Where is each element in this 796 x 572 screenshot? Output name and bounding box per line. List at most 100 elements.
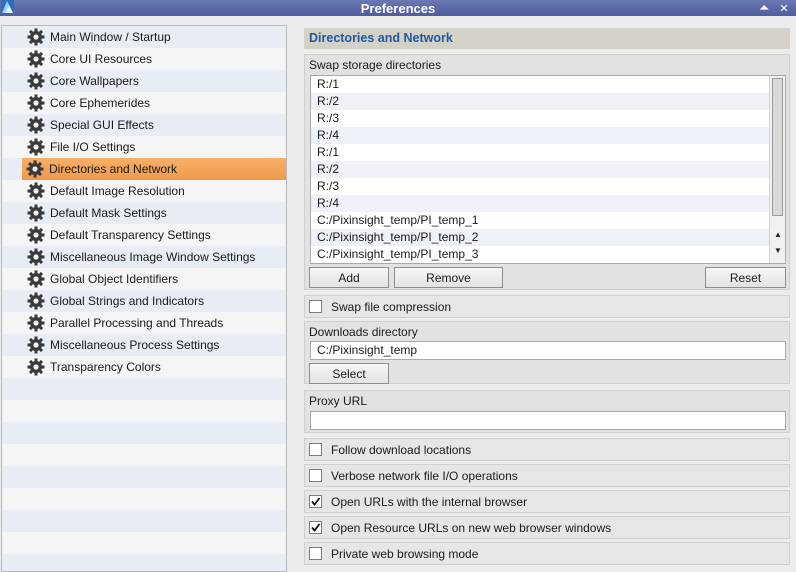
downloads-directory-field[interactable]: C:/Pixinsight_temp: [310, 341, 786, 360]
proxy-url-label: Proxy URL: [309, 394, 368, 408]
sidebar-item-label: Core Wallpapers: [50, 74, 139, 88]
sidebar-item[interactable]: Core Ephemerides: [2, 92, 286, 114]
sidebar-item[interactable]: File I/O Settings: [2, 136, 286, 158]
scrollbar-thumb[interactable]: [772, 78, 783, 216]
sidebar-item-label: Global Strings and Indicators: [50, 294, 205, 308]
scroll-up-arrow-icon[interactable]: ▲: [773, 230, 783, 240]
sidebar-item-label: Global Object Identifiers: [50, 272, 179, 286]
sidebar-item[interactable]: Core Wallpapers: [2, 70, 286, 92]
sidebar-item-label: Core Ephemerides: [50, 96, 151, 110]
option-label: Private web browsing mode: [331, 546, 479, 561]
sidebar-item-label: File I/O Settings: [50, 140, 136, 154]
option-checkbox[interactable]: [309, 495, 322, 508]
swap-compression-checkbox[interactable]: [309, 300, 322, 313]
title-bar: Preferences ⏶ ✕: [0, 0, 796, 16]
swap-directories-list[interactable]: R:/1 R:/2 R:/3 R:/4 R:/1 R:/2 R:/3 R:/4 C:/Pixin…: [310, 75, 786, 264]
sidebar-item-label: Default Mask Settings: [50, 206, 167, 220]
add-button[interactable]: Add: [309, 267, 389, 288]
gear-icon: [26, 160, 44, 178]
sidebar-item[interactable]: Miscellaneous Process Settings: [2, 334, 286, 356]
sidebar-item[interactable]: Global Strings and Indicators: [2, 290, 286, 312]
checkmark-icon: [311, 523, 321, 532]
option-checkbox[interactable]: [309, 521, 322, 534]
sidebar-item[interactable]: Transparency Colors: [2, 356, 286, 378]
proxy-group: Proxy URL: [304, 390, 790, 433]
remove-button[interactable]: Remove: [394, 267, 503, 288]
gear-icon: [27, 50, 45, 68]
sidebar-item[interactable]: Main Window / Startup: [2, 26, 286, 48]
sidebar-item-label: Miscellaneous Image Window Settings: [50, 250, 256, 264]
gear-icon: [27, 270, 45, 288]
option-row: Verbose network file I/O operations: [304, 464, 790, 487]
option-label: Open URLs with the internal browser: [331, 494, 528, 509]
gear-icon: [27, 94, 45, 112]
sidebar-item[interactable]: Special GUI Effects: [2, 114, 286, 136]
directory-row[interactable]: C:/Pixinsight_temp/PI_temp_3: [311, 246, 770, 263]
option-label: Follow download locations: [331, 442, 472, 457]
sidebar-item[interactable]: Default Image Resolution: [2, 180, 286, 202]
option-row: Open URLs with the internal browser: [304, 490, 790, 513]
gear-icon: [27, 204, 45, 222]
directory-row[interactable]: R:/1: [311, 76, 770, 93]
window-title: Preferences: [360, 0, 436, 16]
directory-row[interactable]: R:/2: [311, 161, 770, 178]
proxy-url-field[interactable]: [310, 411, 786, 430]
select-button[interactable]: Select: [309, 363, 389, 384]
option-row: Follow download locations: [304, 438, 790, 461]
sidebar-item-label: Parallel Processing and Threads: [50, 316, 224, 330]
gear-icon: [27, 182, 45, 200]
scrollbar[interactable]: ▲ ▼: [769, 76, 785, 263]
section-title: Directories and Network: [304, 28, 790, 49]
swap-storage-label: Swap storage directories: [309, 58, 442, 72]
directory-row[interactable]: R:/3: [311, 178, 770, 195]
sidebar-item[interactable]: Core UI Resources: [2, 48, 286, 70]
downloads-label: Downloads directory: [309, 325, 418, 339]
swap-compression-row: Swap file compression: [304, 295, 790, 318]
gear-icon: [27, 336, 45, 354]
sidebar-item[interactable]: Parallel Processing and Threads: [2, 312, 286, 334]
sidebar-item-label: Transparency Colors: [50, 360, 161, 374]
directory-row[interactable]: C:/Pixinsight_temp/PI_temp_2: [311, 229, 770, 246]
swap-storage-group: Swap storage directories R:/1 R:/2 R:/3 R:/…: [304, 54, 790, 290]
scroll-down-arrow-icon[interactable]: ▼: [773, 246, 783, 256]
reset-button[interactable]: Reset: [705, 267, 786, 288]
option-checkbox[interactable]: [309, 469, 322, 482]
sidebar-item-label: Miscellaneous Process Settings: [50, 338, 220, 352]
gear-icon: [27, 28, 45, 46]
directory-row[interactable]: R:/2: [311, 93, 770, 110]
option-label: Open Resource URLs on new web browser wi…: [331, 520, 612, 535]
sidebar-item[interactable]: Default Transparency Settings: [2, 224, 286, 246]
gear-icon: [27, 226, 45, 244]
app-logo-icon: [1, 0, 14, 14]
directory-row[interactable]: R:/1: [311, 144, 770, 161]
gear-icon: [27, 138, 45, 156]
option-row: Private web browsing mode: [304, 542, 790, 565]
sidebar-item-label: Core UI Resources: [50, 52, 153, 66]
sidebar-item[interactable]: Global Object Identifiers: [2, 268, 286, 290]
close-button[interactable]: ✕: [778, 2, 790, 15]
sidebar-item[interactable]: Default Mask Settings: [2, 202, 286, 224]
sidebar-item-label: Default Transparency Settings: [50, 228, 211, 242]
option-checkbox[interactable]: [309, 443, 322, 456]
gear-icon: [27, 314, 45, 332]
minimize-button[interactable]: ⏶: [758, 2, 770, 15]
sidebar-item-label: Main Window / Startup: [50, 30, 171, 44]
sidebar-item[interactable]: Miscellaneous Image Window Settings: [2, 246, 286, 268]
downloads-group: Downloads directory C:/Pixinsight_temp S…: [304, 321, 790, 384]
gear-icon: [27, 292, 45, 310]
directory-row[interactable]: C:/Pixinsight_temp/PI_temp_1: [311, 212, 770, 229]
sidebar-list: Main Window / Startup Core UI Resources Co…: [2, 26, 286, 378]
gear-icon: [27, 116, 45, 134]
gear-icon: [27, 72, 45, 90]
directory-row[interactable]: R:/4: [311, 127, 770, 144]
option-checkbox[interactable]: [309, 547, 322, 560]
option-label: Verbose network file I/O operations: [331, 468, 518, 483]
directory-row[interactable]: R:/3: [311, 110, 770, 127]
sidebar-item[interactable]: Directories and Network: [22, 158, 286, 180]
gear-icon: [27, 358, 45, 376]
gear-icon: [27, 248, 45, 266]
directory-row[interactable]: R:/4: [311, 195, 770, 212]
sidebar-item-label: Special GUI Effects: [50, 118, 154, 132]
checkmark-icon: [311, 497, 321, 506]
sidebar-item-label: Default Image Resolution: [50, 184, 185, 198]
